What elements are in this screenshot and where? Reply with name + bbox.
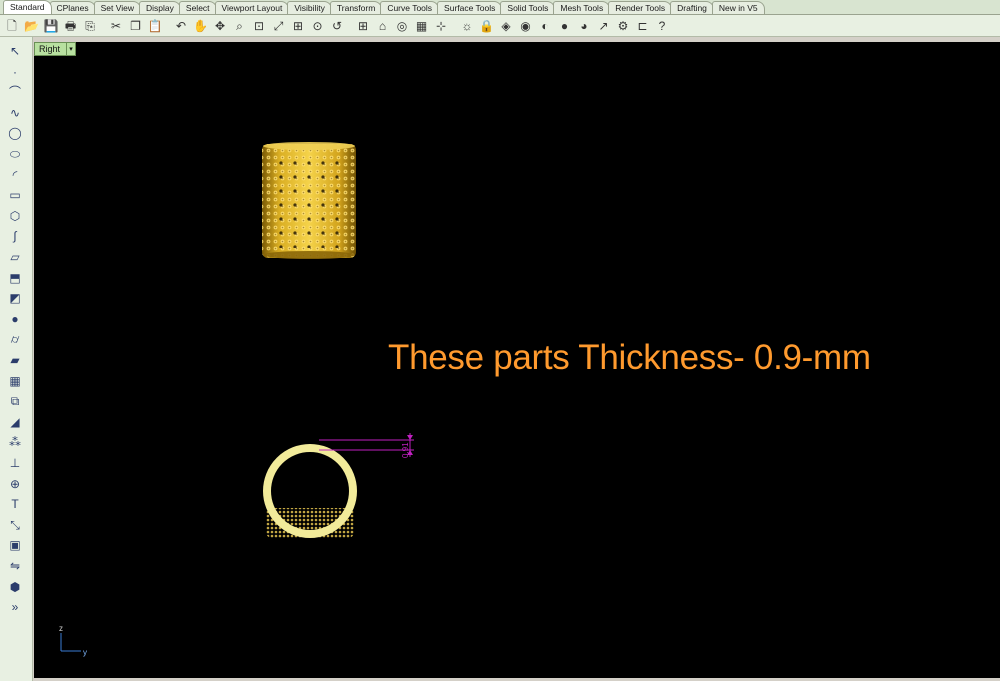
- zoom-selected-icon[interactable]: ⊙: [309, 17, 327, 35]
- left-toolbar: ↖ · ⌒ ∿ ◯ ⬭ ◜ ▭ ⬡ ∫ ▱ ⬒ ◩ ● ⌭ ▰ ▦ ⧉ ◢ ⁂ ⊥ ⊕ T ⤡ ▣ ⇋ ⬢ »: [0, 37, 33, 681]
- sphere-icon[interactable]: ●: [5, 310, 25, 328]
- zoom-all-icon[interactable]: ⊞: [289, 17, 307, 35]
- solid-icon[interactable]: ⬢: [5, 578, 25, 596]
- four-viewports-icon[interactable]: ⊞: [354, 17, 372, 35]
- copy-icon[interactable]: ❐: [127, 17, 145, 35]
- axis-z-label: z: [59, 624, 63, 633]
- undo-icon[interactable]: ↶: [172, 17, 190, 35]
- transform-icon[interactable]: ⤡: [5, 516, 25, 534]
- tab-solid-tools[interactable]: Solid Tools: [500, 1, 556, 14]
- tab-render-tools[interactable]: Render Tools: [608, 1, 673, 14]
- settings-icon[interactable]: ⚙: [614, 17, 632, 35]
- render-icon[interactable]: ◕: [575, 17, 593, 35]
- light-icon[interactable]: ☼: [458, 17, 476, 35]
- snap-icon[interactable]: ◎: [393, 17, 411, 35]
- dimension-label: 0.91: [401, 442, 410, 458]
- point-icon[interactable]: ·: [5, 63, 25, 81]
- curve-icon[interactable]: ∿: [5, 104, 25, 122]
- tab-visibility[interactable]: Visibility: [287, 1, 332, 14]
- cut-icon[interactable]: ✂: [107, 17, 125, 35]
- block-icon[interactable]: ▣: [5, 536, 25, 554]
- tab-drafting[interactable]: Drafting: [670, 1, 714, 14]
- tab-transform[interactable]: Transform: [329, 1, 383, 14]
- extrude-icon[interactable]: ⬒: [5, 269, 25, 287]
- array-icon[interactable]: ⁂: [5, 433, 25, 451]
- arc-icon[interactable]: ◜: [5, 166, 25, 184]
- tab-viewport-layout[interactable]: Viewport Layout: [214, 1, 290, 14]
- undo-view-icon[interactable]: ↺: [328, 17, 346, 35]
- cylinder-icon[interactable]: ⌭: [5, 330, 25, 348]
- layer-icon[interactable]: ◈: [497, 17, 515, 35]
- tab-curve-tools[interactable]: Curve Tools: [380, 1, 440, 14]
- pan-icon[interactable]: ✋: [192, 17, 210, 35]
- standard-toolbar: 🗋 📂 💾 🖶 ⎘ ✂ ❐ 📋 ↶ ✋ ✥ ⌕ ⊡ ⤢ ⊞ ⊙ ↺ ⊞ ⌂ ◎ ▦ ⊹ ☼ 🔒 ◈ ◉ ◐ ● ◕ ↗ ⚙ ⊏?: [0, 15, 1000, 37]
- split-icon[interactable]: ⊥: [5, 454, 25, 472]
- rhino-window: Standard CPlanes Set View Display Select View…: [0, 0, 1000, 681]
- tab-standard[interactable]: Standard: [3, 0, 52, 14]
- open-file-icon[interactable]: 📂: [23, 17, 41, 35]
- toolbar-separator: [348, 17, 353, 35]
- tab-set-view[interactable]: Set View: [93, 1, 142, 14]
- group-icon[interactable]: ⊕: [5, 475, 25, 493]
- mirror-icon[interactable]: ⇋: [5, 557, 25, 575]
- plane-surface-icon[interactable]: ▰: [5, 351, 25, 369]
- print-icon[interactable]: 🖶: [62, 17, 80, 35]
- sphere-render-icon[interactable]: ●: [556, 17, 574, 35]
- axis-gizmo: z y: [59, 624, 87, 657]
- paste-icon[interactable]: 📋: [146, 17, 164, 35]
- tab-mesh-tools[interactable]: Mesh Tools: [553, 1, 611, 14]
- rectangle-icon[interactable]: ▭: [5, 186, 25, 204]
- import-icon[interactable]: ⎘: [81, 17, 99, 35]
- toolbar-separator: [452, 17, 457, 35]
- select-arrow-icon[interactable]: ↖: [5, 42, 25, 60]
- thickness-annotation: These parts Thickness- 0.9-mm: [388, 338, 871, 377]
- viewport-right[interactable]: Right ▾ 0.91 z y These parts Thickness- …: [34, 42, 1000, 678]
- fillet-icon[interactable]: ◢: [5, 413, 25, 431]
- rotate-view-icon[interactable]: ✥: [211, 17, 229, 35]
- tab-select[interactable]: Select: [178, 1, 217, 14]
- polygon-icon[interactable]: ⬡: [5, 207, 25, 225]
- tab-surface-tools[interactable]: Surface Tools: [437, 1, 503, 14]
- new-file-icon[interactable]: 🗋: [3, 17, 21, 35]
- zoom-icon[interactable]: ⌕: [231, 17, 249, 35]
- toolbar-tab-strip: Standard CPlanes Set View Display Select View…: [0, 0, 1000, 15]
- help-icon[interactable]: ?: [653, 17, 671, 35]
- render-color-icon[interactable]: ◉: [517, 17, 535, 35]
- material-icon[interactable]: ◐: [536, 17, 554, 35]
- zoom-extents-icon[interactable]: ⤢: [270, 17, 288, 35]
- box-icon[interactable]: ◩: [5, 289, 25, 307]
- osnap-icon[interactable]: ⊹: [432, 17, 450, 35]
- text-icon[interactable]: T: [5, 495, 25, 513]
- tab-display[interactable]: Display: [139, 1, 181, 14]
- save-icon[interactable]: 💾: [42, 17, 60, 35]
- surface-icon[interactable]: ▱: [5, 248, 25, 266]
- grid-icon[interactable]: ▦: [413, 17, 431, 35]
- zoom-window-icon[interactable]: ⊡: [250, 17, 268, 35]
- tab-cplanes[interactable]: CPlanes: [49, 1, 96, 14]
- gold-band-model[interactable]: [262, 142, 356, 259]
- more-icon[interactable]: »: [5, 598, 25, 616]
- polyline-icon[interactable]: ⌒: [5, 83, 25, 101]
- boolean-icon[interactable]: ⧉: [5, 392, 25, 410]
- lock-icon[interactable]: 🔒: [478, 17, 496, 35]
- toolbar-separator: [166, 17, 171, 35]
- mesh-icon[interactable]: ▦: [5, 372, 25, 390]
- axis-y-label: y: [83, 648, 87, 657]
- dimension-icon[interactable]: ↗: [595, 17, 613, 35]
- ring-section-model[interactable]: [263, 444, 357, 538]
- toolbar-separator: [101, 17, 106, 35]
- circle-icon[interactable]: ◯: [5, 124, 25, 142]
- free-curve-icon[interactable]: ∫: [5, 227, 25, 245]
- object-properties-icon[interactable]: ⊏: [634, 17, 652, 35]
- cplane-icon[interactable]: ⌂: [374, 17, 392, 35]
- ellipse-icon[interactable]: ⬭: [5, 145, 25, 163]
- tab-new-in-v5[interactable]: New in V5: [711, 1, 765, 14]
